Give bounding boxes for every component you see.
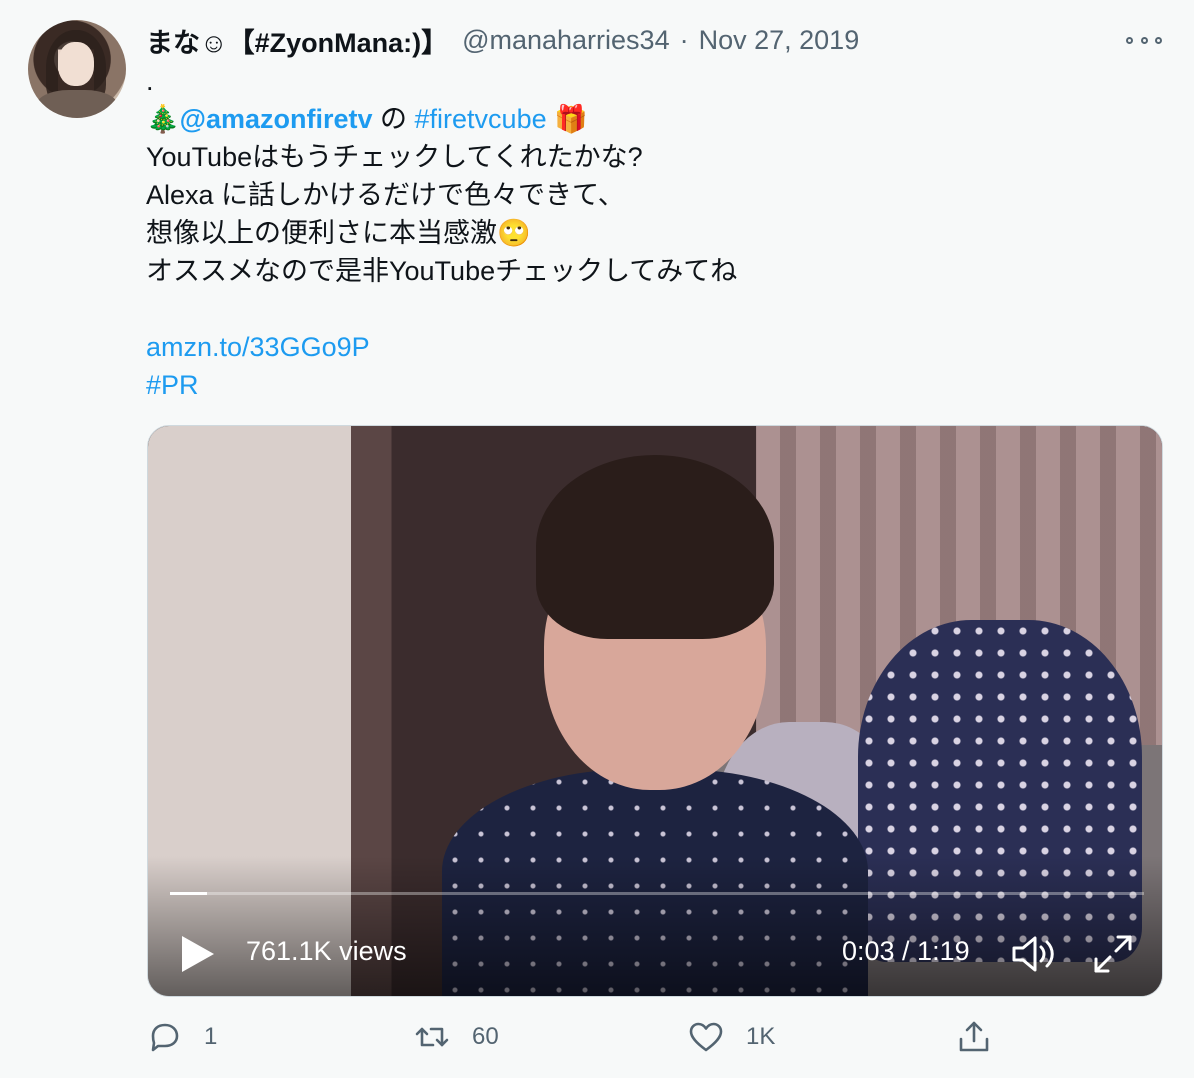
avatar-body bbox=[36, 90, 118, 118]
ellipsis-icon bbox=[1126, 36, 1133, 44]
tweet-actions: 1 60 1K bbox=[146, 1014, 1162, 1060]
text-line: . bbox=[146, 66, 154, 96]
tweet-date[interactable]: Nov 27, 2019 bbox=[699, 25, 860, 56]
video-time: 0:03 / 1:19 bbox=[842, 936, 970, 966]
ellipsis-icon bbox=[1140, 36, 1148, 44]
volume-button[interactable] bbox=[1010, 933, 1058, 975]
tweet-header: まな☺【#ZyonMana:)】 @manaharries34 · Nov 27… bbox=[146, 20, 859, 60]
play-button[interactable] bbox=[180, 934, 216, 974]
view-count: 761.1K views bbox=[246, 936, 407, 966]
avatar-face bbox=[58, 42, 94, 86]
display-name[interactable]: まな☺【#ZyonMana:)】 bbox=[146, 21, 448, 60]
more-options-button[interactable] bbox=[1126, 28, 1162, 52]
person-hair bbox=[535, 454, 775, 639]
text-line: 🎄@amazonfiretv の #firetvcube 🎁 bbox=[146, 100, 1146, 138]
heart-icon bbox=[689, 1022, 723, 1052]
user-handle[interactable]: @manaharries34 bbox=[462, 25, 670, 56]
video-progress-fill bbox=[170, 892, 207, 895]
mention-link[interactable]: @amazonfiretv bbox=[180, 104, 373, 134]
reply-count: 1 bbox=[204, 1023, 218, 1050]
reply-button[interactable]: 1 bbox=[146, 1014, 217, 1060]
fullscreen-button[interactable] bbox=[1092, 933, 1134, 975]
separator-dot: · bbox=[679, 24, 689, 55]
hashtag-link[interactable]: #firetvcube bbox=[415, 104, 547, 134]
eye-roll-emoji: 🙄 bbox=[497, 218, 531, 249]
share-button[interactable] bbox=[956, 1014, 992, 1060]
text-line: YouTubeはもうチェックしてくれたかな? bbox=[146, 142, 643, 172]
share-icon bbox=[959, 1021, 989, 1052]
particle-text: の bbox=[372, 104, 415, 134]
tweet-text: . 🎄@amazonfiretv の #firetvcube 🎁 YouTube… bbox=[146, 62, 1146, 404]
like-button[interactable]: 1K bbox=[688, 1014, 775, 1060]
text-line: オススメなので是非YouTubeチェックしてみてね bbox=[146, 256, 738, 286]
play-icon bbox=[182, 936, 214, 972]
url-link[interactable]: amzn.to/33GGo9P bbox=[146, 332, 370, 362]
retweet-icon bbox=[415, 1027, 449, 1047]
retweet-button[interactable]: 60 bbox=[414, 1014, 499, 1060]
tweet: まな☺【#ZyonMana:)】 @manaharries34 · Nov 27… bbox=[0, 0, 1194, 1078]
text-line: Alexa に話しかけるだけで色々できて、 bbox=[146, 180, 625, 210]
retweet-count: 60 bbox=[472, 1023, 499, 1050]
reply-icon bbox=[151, 1023, 179, 1052]
like-count: 1K bbox=[746, 1023, 776, 1050]
hashtag-pr-link[interactable]: #PR bbox=[146, 370, 199, 400]
ellipsis-icon bbox=[1155, 36, 1162, 44]
video-progress-bar[interactable] bbox=[170, 892, 1144, 895]
fullscreen-icon bbox=[1094, 935, 1132, 973]
avatar[interactable] bbox=[28, 20, 126, 118]
christmas-tree-emoji: 🎄 bbox=[146, 104, 180, 135]
text-segment: 想像以上の便利さに本当感激 bbox=[146, 218, 497, 248]
text-line: 想像以上の便利さに本当感激🙄 bbox=[146, 214, 1146, 252]
video-player[interactable]: 761.1K views 0:03 / 1:19 bbox=[147, 425, 1163, 997]
gift-emoji: 🎁 bbox=[554, 104, 588, 135]
volume-icon bbox=[1012, 936, 1054, 972]
